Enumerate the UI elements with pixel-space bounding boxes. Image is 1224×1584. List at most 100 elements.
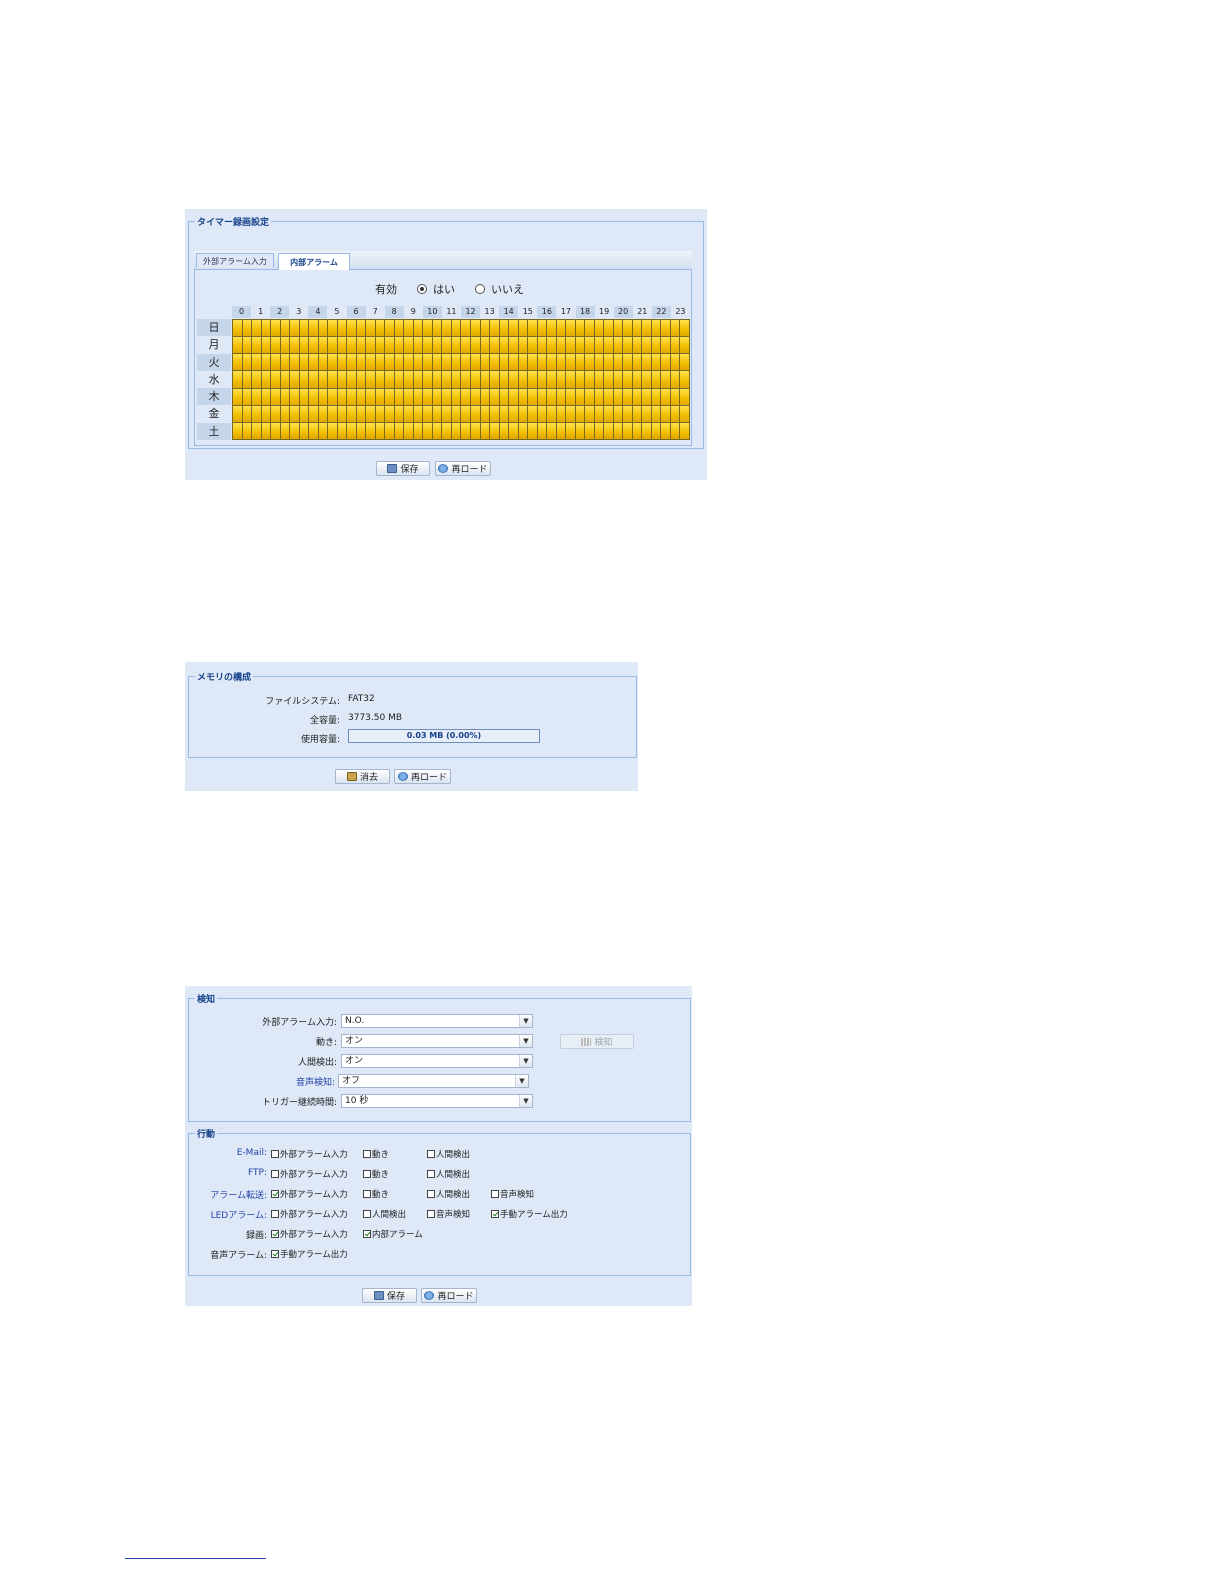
schedule-slot[interactable]: [547, 371, 556, 388]
chevron-down-icon[interactable]: ▼: [515, 1075, 528, 1087]
action-checkbox[interactable]: 手動アラーム出力: [271, 1248, 348, 1260]
schedule-slot[interactable]: [347, 422, 356, 439]
schedule-slot[interactable]: [423, 337, 432, 354]
chevron-down-icon[interactable]: ▼: [519, 1055, 532, 1067]
schedule-slot[interactable]: [375, 422, 385, 439]
schedule-slot[interactable]: [404, 405, 413, 422]
schedule-slot[interactable]: [518, 422, 528, 439]
action-checkbox[interactable]: 人間検出: [427, 1188, 470, 1200]
schedule-slot[interactable]: [385, 422, 394, 439]
schedule-slot[interactable]: [604, 371, 613, 388]
schedule-slot[interactable]: [537, 388, 547, 405]
schedule-slot[interactable]: [280, 354, 290, 371]
checkbox-icon[interactable]: [271, 1190, 279, 1198]
schedule-slot[interactable]: [233, 371, 242, 388]
schedule-slot[interactable]: [642, 422, 651, 439]
schedule-slot[interactable]: [290, 405, 299, 422]
schedule-slot[interactable]: [280, 320, 290, 337]
action-checkbox[interactable]: 外部アラーム入力: [271, 1168, 348, 1180]
schedule-slot[interactable]: [423, 422, 432, 439]
schedule-slot[interactable]: [670, 320, 680, 337]
schedule-slot[interactable]: [547, 405, 556, 422]
chevron-down-icon[interactable]: ▼: [519, 1095, 532, 1107]
schedule-slot[interactable]: [642, 320, 651, 337]
schedule-slot[interactable]: [271, 405, 280, 422]
schedule-slot[interactable]: [356, 405, 366, 422]
schedule-slot[interactable]: [337, 354, 347, 371]
detect-button[interactable]: 検知: [560, 1034, 634, 1049]
schedule-slot[interactable]: [385, 320, 394, 337]
schedule-grid[interactable]: [232, 319, 690, 440]
schedule-slot[interactable]: [413, 388, 423, 405]
schedule-slot[interactable]: [613, 405, 623, 422]
schedule-slot[interactable]: [585, 405, 594, 422]
schedule-slot[interactable]: [680, 405, 689, 422]
schedule-slot[interactable]: [461, 337, 471, 354]
schedule-slot[interactable]: [490, 337, 499, 354]
schedule-slot[interactable]: [594, 354, 604, 371]
schedule-slot[interactable]: [366, 422, 375, 439]
schedule-slot[interactable]: [509, 337, 518, 354]
schedule-slot[interactable]: [328, 337, 337, 354]
action-checkbox[interactable]: 音声検知: [491, 1188, 534, 1200]
schedule-slot[interactable]: [585, 371, 594, 388]
schedule-slot[interactable]: [366, 337, 375, 354]
enable-no-radio[interactable]: [475, 284, 485, 294]
schedule-slot[interactable]: [261, 422, 271, 439]
checkbox-icon[interactable]: [427, 1170, 435, 1178]
reload-button[interactable]: 再ロード: [435, 461, 491, 476]
action-checkbox[interactable]: 音声検知: [427, 1208, 470, 1220]
schedule-slot[interactable]: [394, 371, 404, 388]
schedule-slot[interactable]: [480, 320, 490, 337]
schedule-slot[interactable]: [623, 320, 632, 337]
schedule-slot[interactable]: [337, 337, 347, 354]
schedule-slot[interactable]: [309, 354, 318, 371]
checkbox-icon[interactable]: [363, 1190, 371, 1198]
schedule-slot[interactable]: [613, 337, 623, 354]
schedule-slot[interactable]: [337, 388, 347, 405]
schedule-slot[interactable]: [309, 388, 318, 405]
schedule-slot[interactable]: [356, 354, 366, 371]
action-checkbox[interactable]: 動き: [363, 1148, 389, 1160]
schedule-slot[interactable]: [261, 388, 271, 405]
schedule-slot[interactable]: [413, 422, 423, 439]
schedule-slot[interactable]: [366, 405, 375, 422]
checkbox-icon[interactable]: [363, 1150, 371, 1158]
schedule-slot[interactable]: [461, 405, 471, 422]
schedule-slot[interactable]: [461, 371, 471, 388]
schedule-slot[interactable]: [575, 422, 585, 439]
schedule-slot[interactable]: [670, 337, 680, 354]
schedule-slot[interactable]: [261, 354, 271, 371]
schedule-slot[interactable]: [547, 337, 556, 354]
schedule-slot[interactable]: [299, 354, 309, 371]
schedule-slot[interactable]: [413, 371, 423, 388]
action-checkbox[interactable]: 外部アラーム入力: [271, 1208, 348, 1220]
action-checkbox[interactable]: 外部アラーム入力: [271, 1148, 348, 1160]
schedule-slot[interactable]: [556, 388, 566, 405]
schedule-slot[interactable]: [651, 320, 661, 337]
schedule-slot[interactable]: [585, 320, 594, 337]
schedule-slot[interactable]: [385, 405, 394, 422]
schedule-slot[interactable]: [518, 354, 528, 371]
schedule-slot[interactable]: [613, 388, 623, 405]
schedule-slot[interactable]: [566, 405, 575, 422]
schedule-slot[interactable]: [375, 371, 385, 388]
schedule-slot[interactable]: [432, 337, 442, 354]
schedule-slot[interactable]: [385, 337, 394, 354]
schedule-slot[interactable]: [661, 371, 670, 388]
schedule-slot[interactable]: [509, 320, 518, 337]
schedule-slot[interactable]: [233, 422, 242, 439]
schedule-slot[interactable]: [642, 371, 651, 388]
schedule-slot[interactable]: [356, 337, 366, 354]
schedule-slot[interactable]: [385, 371, 394, 388]
schedule-slot[interactable]: [499, 354, 509, 371]
schedule-slot[interactable]: [632, 354, 642, 371]
schedule-slot[interactable]: [356, 422, 366, 439]
schedule-slot[interactable]: [480, 354, 490, 371]
schedule-slot[interactable]: [318, 405, 328, 422]
schedule-slot[interactable]: [642, 354, 651, 371]
schedule-slot[interactable]: [451, 320, 461, 337]
schedule-slot[interactable]: [632, 388, 642, 405]
schedule-slot[interactable]: [613, 371, 623, 388]
schedule-slot[interactable]: [509, 371, 518, 388]
